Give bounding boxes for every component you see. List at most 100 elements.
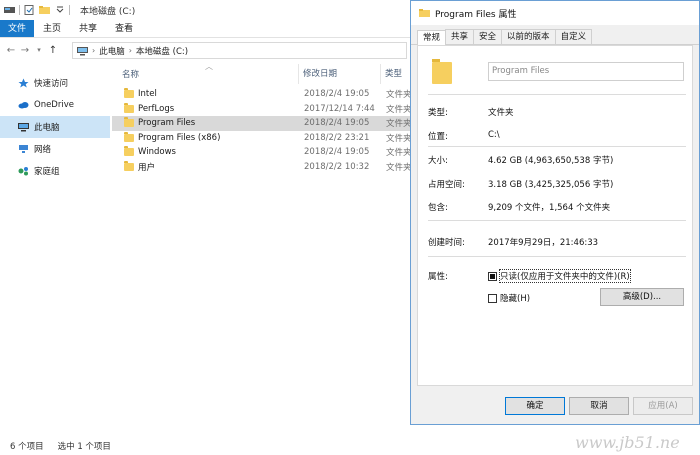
file-name-cell[interactable]: Intel (112, 88, 298, 99)
cancel-button[interactable]: 取消 (569, 397, 629, 415)
type-cell: 文件夹 (386, 119, 412, 130)
table-row[interactable]: Windows 2018/2/4 19:05 文件夹 (112, 145, 412, 160)
size-label: 大小: (428, 156, 448, 166)
cloud-icon (18, 100, 29, 110)
sidebar-item-homegroup[interactable]: 家庭组 (0, 160, 110, 182)
dialog-tabs: 常规 共享 安全 以前的版本 自定义 (411, 29, 699, 45)
chevron-right-icon[interactable]: › (92, 46, 95, 55)
sidebar-item-network[interactable]: 网络 (0, 138, 110, 160)
tab-share[interactable]: 共享 (70, 20, 106, 37)
new-folder-icon[interactable] (39, 5, 50, 15)
folder-icon (124, 102, 134, 113)
file-name: Program Files (x86) (138, 132, 221, 143)
folder-name-field[interactable]: Program Files (488, 62, 684, 81)
tab-security[interactable]: 安全 (473, 29, 503, 44)
file-name-cell[interactable]: Program Files (112, 117, 298, 128)
contains-value: 9,209 个文件，1,564 个文件夹 (488, 203, 611, 213)
star-icon (18, 78, 29, 88)
table-row[interactable]: Program Files (x86) 2018/2/2 23:21 文件夹 (112, 131, 412, 146)
properties-dialog: Program Files 属性 常规 共享 安全 以前的版本 自定义 Prog… (410, 0, 700, 425)
forward-arrow-icon[interactable]: → (18, 45, 32, 56)
sidebar-item-quick-access[interactable]: 快速访问 (0, 72, 110, 94)
table-row[interactable]: PerfLogs 2017/12/14 7:44 文件夹 (112, 102, 412, 117)
sidebar-item-label: 家庭组 (34, 167, 60, 177)
file-name-cell[interactable]: Windows (112, 146, 298, 158)
sidebar-item-this-pc[interactable]: 此电脑 (0, 116, 110, 138)
chevron-right-icon[interactable]: › (129, 46, 132, 55)
tab-general[interactable]: 常规 (417, 30, 447, 45)
sidebar-item-onedrive[interactable]: OneDrive (0, 94, 110, 116)
readonly-checkbox[interactable]: 只读(仅应用于文件夹中的文件)(R) (488, 269, 631, 283)
back-arrow-icon[interactable]: ← (4, 45, 18, 56)
location-label: 位置: (428, 132, 448, 142)
file-name: PerfLogs (138, 103, 175, 114)
network-icon (18, 144, 29, 154)
modified-date-cell: 2017/12/14 7:44 (304, 103, 375, 114)
folder-icon (419, 8, 430, 18)
sidebar-item-label: OneDrive (34, 100, 74, 110)
modified-date-cell: 2018/2/4 19:05 (304, 89, 370, 100)
tab-sharing[interactable]: 共享 (445, 29, 475, 44)
ok-button[interactable]: 确定 (505, 397, 565, 415)
homegroup-icon (18, 166, 29, 176)
column-header-type[interactable]: 类型 (380, 64, 412, 84)
general-tab-panel: Program Files 类型: 文件夹 位置: C:\ 大小: 4.62 G… (417, 45, 693, 386)
modified-date-cell: 2018/2/4 19:05 (304, 147, 370, 158)
selected-count: 选中 1 个项目 (57, 441, 111, 452)
advanced-button[interactable]: 高级(D)... (600, 288, 684, 306)
window-title: 本地磁盘 (C:) (80, 6, 136, 17)
folder-icon (124, 160, 134, 171)
created-label: 创建时间: (428, 238, 465, 248)
checkbox-indeterminate-icon[interactable] (488, 271, 497, 281)
recent-locations-icon[interactable]: ▾ (32, 46, 46, 54)
modified-date-cell: 2018/2/2 10:32 (304, 161, 370, 172)
tab-previous-versions[interactable]: 以前的版本 (501, 29, 556, 44)
column-header-date[interactable]: 修改日期 (298, 64, 380, 84)
item-count: 6 个项目 (10, 441, 44, 452)
watermark: www.jb51.ne (575, 433, 680, 452)
separator (19, 5, 20, 15)
breadcrumb-local-disk[interactable]: 本地磁盘 (C:) (136, 45, 188, 57)
address-bar[interactable]: › 此电脑 › 本地磁盘 (C:) (72, 42, 407, 59)
contains-label: 包含: (428, 203, 448, 213)
tab-view[interactable]: 查看 (106, 20, 142, 37)
table-row[interactable]: Program Files 2018/2/4 19:05 文件夹 (112, 116, 412, 131)
breadcrumb-this-pc[interactable]: 此电脑 (99, 45, 125, 57)
properties-icon[interactable] (24, 5, 35, 15)
tab-file[interactable]: 文件 (0, 20, 35, 37)
file-name-cell[interactable]: 用户 (112, 160, 298, 173)
folder-icon (124, 88, 134, 99)
file-name-cell[interactable]: Program Files (x86) (112, 131, 298, 143)
file-name-cell[interactable]: PerfLogs (112, 102, 298, 114)
type-value: 文件夹 (488, 108, 514, 118)
size-value: 4.62 GB (4,963,650,538 字节) (488, 156, 614, 166)
folder-icon (124, 117, 134, 128)
type-cell: 文件夹 (386, 90, 412, 101)
type-label: 类型: (428, 108, 448, 118)
tab-home[interactable]: 主页 (34, 20, 70, 37)
customize-quick-access-icon[interactable] (54, 5, 65, 15)
tab-customize[interactable]: 自定义 (554, 29, 593, 44)
apply-button[interactable]: 应用(A) (633, 397, 693, 415)
dialog-title-bar: Program Files 属性 (411, 1, 699, 25)
monitor-icon (18, 122, 29, 132)
table-row[interactable]: 用户 2018/2/2 10:32 文件夹 (112, 160, 412, 175)
sidebar-item-label: 网络 (34, 145, 52, 155)
file-name: 用户 (138, 162, 156, 173)
modified-date-cell: 2018/2/4 19:05 (304, 118, 370, 129)
modified-date-cell: 2018/2/2 23:21 (304, 132, 370, 143)
created-value: 2017年9月29日，21:46:33 (488, 238, 599, 248)
dialog-title: Program Files 属性 (435, 9, 517, 20)
checkbox-empty-icon[interactable] (488, 293, 497, 303)
file-name: Windows (138, 147, 176, 158)
hidden-label: 隐藏(H) (500, 294, 531, 304)
table-row[interactable]: Intel 2018/2/4 19:05 文件夹 (112, 87, 412, 102)
separator (69, 5, 70, 15)
column-header-name[interactable]: 名称 (112, 68, 298, 80)
hidden-checkbox[interactable]: 隐藏(H) (488, 292, 530, 304)
divider (428, 256, 686, 257)
status-bar: 6 个项目 选中 1 个项目 (0, 436, 410, 455)
type-cell: 文件夹 (386, 162, 412, 173)
sidebar-item-label: 快速访问 (34, 79, 69, 89)
up-arrow-icon[interactable]: ↑ (46, 45, 60, 56)
